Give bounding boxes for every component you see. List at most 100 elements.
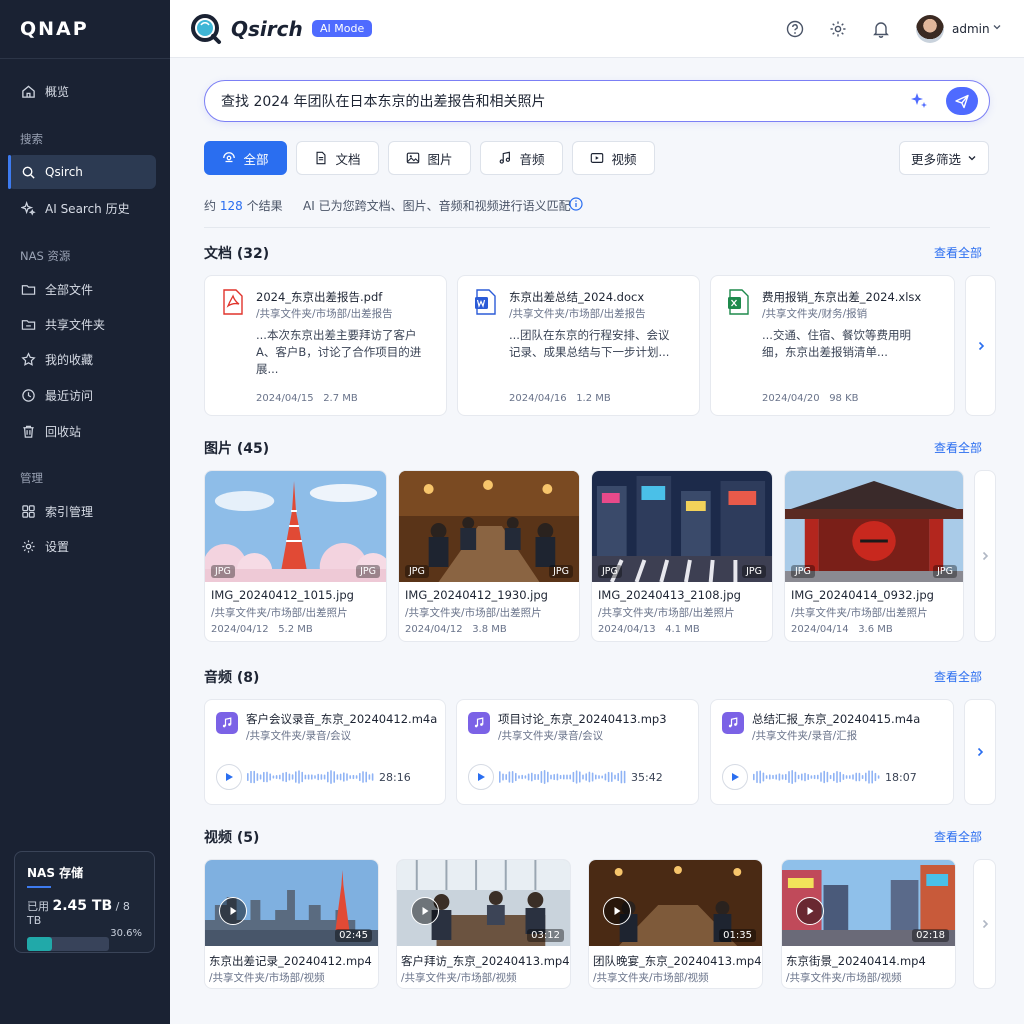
more-filters-button[interactable]: 更多筛选 <box>899 141 989 175</box>
video-duration: 03:12 <box>527 929 564 942</box>
documents-view-all-link[interactable]: 查看全部 <box>934 244 982 261</box>
tab-documents[interactable]: 文档 <box>296 141 379 175</box>
sidebar-item-qsirch[interactable]: Qsirch <box>8 155 156 189</box>
chevron-right-icon <box>978 341 984 350</box>
play-button[interactable] <box>468 764 494 790</box>
document-card[interactable]: 2024_东京出差报告.pdf /共享文件夹/市场部/出差报告 ...本次东京出… <box>204 275 447 416</box>
waveform-bar <box>272 775 275 779</box>
waveform-bar <box>785 773 787 781</box>
waveform-bar <box>823 770 825 784</box>
waveform-bar <box>256 773 259 781</box>
tab-videos[interactable]: 视频 <box>572 141 655 175</box>
waveform-bar <box>285 771 287 783</box>
gear-icon <box>20 538 36 554</box>
audio-card[interactable]: 项目讨论_东京_20240413.mp3 /共享文件夹/录音/会议 35:42 <box>456 699 699 805</box>
sidebar-item-trash[interactable]: 回收站 <box>8 414 156 448</box>
sidebar-item-ai-search-history[interactable]: AI Search 历史 <box>8 191 156 225</box>
waveform-bar <box>620 770 623 784</box>
image-card[interactable]: JPG JPG IMG_20240414_0932.jpg /共享文件夹/市场部… <box>784 470 964 642</box>
ai-sparkle-icon[interactable] <box>909 91 929 111</box>
waveform-bar <box>521 774 523 780</box>
video-play-button[interactable] <box>219 897 247 925</box>
waveform-bar <box>595 774 597 780</box>
audio-card[interactable]: 客户会议录音_东京_20240412.m4a /共享文件夹/录音/会议 28:1… <box>204 699 446 805</box>
document-name: 2024_东京出差报告.pdf <box>256 290 383 304</box>
help-icon[interactable] <box>785 19 805 39</box>
waveform-bar <box>524 775 527 779</box>
section-label-search: 搜索 <box>20 132 43 146</box>
videos-next-button[interactable] <box>973 859 996 989</box>
waveform-bar <box>836 771 838 783</box>
image-path: /共享文件夹/市场部/出差照片 <box>598 607 735 619</box>
audio-duration: 18:07 <box>885 771 917 784</box>
waveform-bar <box>355 775 358 779</box>
tab-images[interactable]: 图片 <box>388 141 471 175</box>
waveform-bar <box>858 772 861 782</box>
document-card[interactable]: 东京出差总结_2024.docx /共享文件夹/市场部/出差报告 ...团队在东… <box>457 275 700 416</box>
videos-view-all-link[interactable]: 查看全部 <box>934 828 982 845</box>
play-button[interactable] <box>216 764 242 790</box>
tab-label: 音频 <box>519 151 545 167</box>
play-icon <box>614 907 621 915</box>
sidebar-item-all-files[interactable]: 全部文件 <box>8 272 156 306</box>
waveform-bar <box>279 774 281 780</box>
waveform-bar <box>543 770 546 784</box>
audio-next-button[interactable] <box>964 699 996 805</box>
waveform-bar <box>585 773 587 781</box>
image-meta: 2024/04/12 5.2 MB <box>211 624 313 635</box>
info-icon[interactable] <box>569 197 583 211</box>
audio-duration: 28:16 <box>379 771 411 784</box>
video-play-button[interactable] <box>411 897 439 925</box>
sidebar-item-label: 索引管理 <box>45 504 94 519</box>
waveform-bar <box>611 772 613 782</box>
sidebar-item-label: 共享文件夹 <box>45 317 106 332</box>
image-card[interactable]: JPG JPG IMG_20240412_1930.jpg /共享文件夹/市场部… <box>398 470 580 642</box>
video-name: 客户拜访_东京_20240413.mp4 <box>401 954 570 968</box>
video-name: 东京街景_20240414.mp4 <box>786 954 926 968</box>
sidebar-item-overview[interactable]: 概览 <box>8 74 156 108</box>
tab-all[interactable]: 全部 <box>204 141 287 175</box>
sidebar: QNAP 概览 搜索 Qsirch AI Search 历史 NAS 资源 全部… <box>0 0 170 1024</box>
chevron-down-icon[interactable] <box>992 22 1002 32</box>
audio-section-title: 音频 (8) <box>204 670 260 686</box>
bell-icon[interactable] <box>871 19 891 39</box>
sparkle-icon <box>20 200 36 216</box>
video-card[interactable]: 01:35 团队晚宴_东京_20240413.mp4 /共享文件夹/市场部/视频 <box>588 859 763 989</box>
avatar[interactable] <box>916 15 944 43</box>
qnap-logo[interactable]: QNAP <box>20 18 89 40</box>
video-card[interactable]: 02:45 东京出差记录_20240412.mp4 /共享文件夹/市场部/视频 <box>204 859 379 989</box>
sidebar-item-favorites[interactable]: 我的收藏 <box>8 342 156 376</box>
images-view-all-link[interactable]: 查看全部 <box>934 439 982 456</box>
video-card[interactable]: 03:12 客户拜访_东京_20240413.mp4 /共享文件夹/市场部/视频 <box>396 859 571 989</box>
result-count: 约 128 个结果 <box>204 197 283 214</box>
sidebar-item-settings[interactable]: 设置 <box>8 529 156 563</box>
settings-gear-icon[interactable] <box>828 19 848 39</box>
image-card[interactable]: JPG JPG IMG_20240413_2108.jpg /共享文件夹/市场部… <box>591 470 773 642</box>
document-date: 2024/04/15 <box>256 393 314 404</box>
documents-next-button[interactable] <box>965 275 996 416</box>
document-snippet: ...本次东京出差主要拜访了客户A、客户B，讨论了合作项目的进展... <box>256 328 422 376</box>
tab-audio[interactable]: 音频 <box>480 141 563 175</box>
waveform-bar <box>349 775 351 779</box>
images-next-button[interactable] <box>974 470 996 642</box>
play-button[interactable] <box>722 764 748 790</box>
audio-view-all-link[interactable]: 查看全部 <box>934 668 982 685</box>
document-card[interactable]: 费用报销_东京出差_2024.xlsx /共享文件夹/财务/报销 ...交通、住… <box>710 275 955 416</box>
waveform-bar <box>849 775 851 779</box>
waveform-bar <box>553 773 555 781</box>
send-button[interactable] <box>946 87 978 115</box>
video-play-button[interactable] <box>603 897 631 925</box>
audio-card[interactable]: 总结汇报_东京_20240415.m4a /共享文件夹/录音/汇报 18:07 <box>710 699 954 805</box>
sidebar-item-shared-folders[interactable]: 共享文件夹 <box>8 307 156 341</box>
video-play-button[interactable] <box>796 897 824 925</box>
sidebar-item-index-management[interactable]: 索引管理 <box>8 494 156 528</box>
video-card[interactable]: 02:18 东京街景_20240414.mp4 /共享文件夹/市场部/视频 <box>781 859 956 989</box>
section-label-nas: NAS 资源 <box>20 249 71 263</box>
ai-mode-badge[interactable]: AI Mode <box>312 20 373 37</box>
waveform-bar <box>617 772 619 782</box>
image-card[interactable]: JPG JPG IMG_20240412_1015.jpg /共享文件夹/市场部… <box>204 470 387 642</box>
waveform-bar <box>527 773 530 781</box>
username[interactable]: admin <box>952 22 990 36</box>
sidebar-item-recent[interactable]: 最近访问 <box>8 378 156 412</box>
search-input[interactable] <box>221 90 881 112</box>
